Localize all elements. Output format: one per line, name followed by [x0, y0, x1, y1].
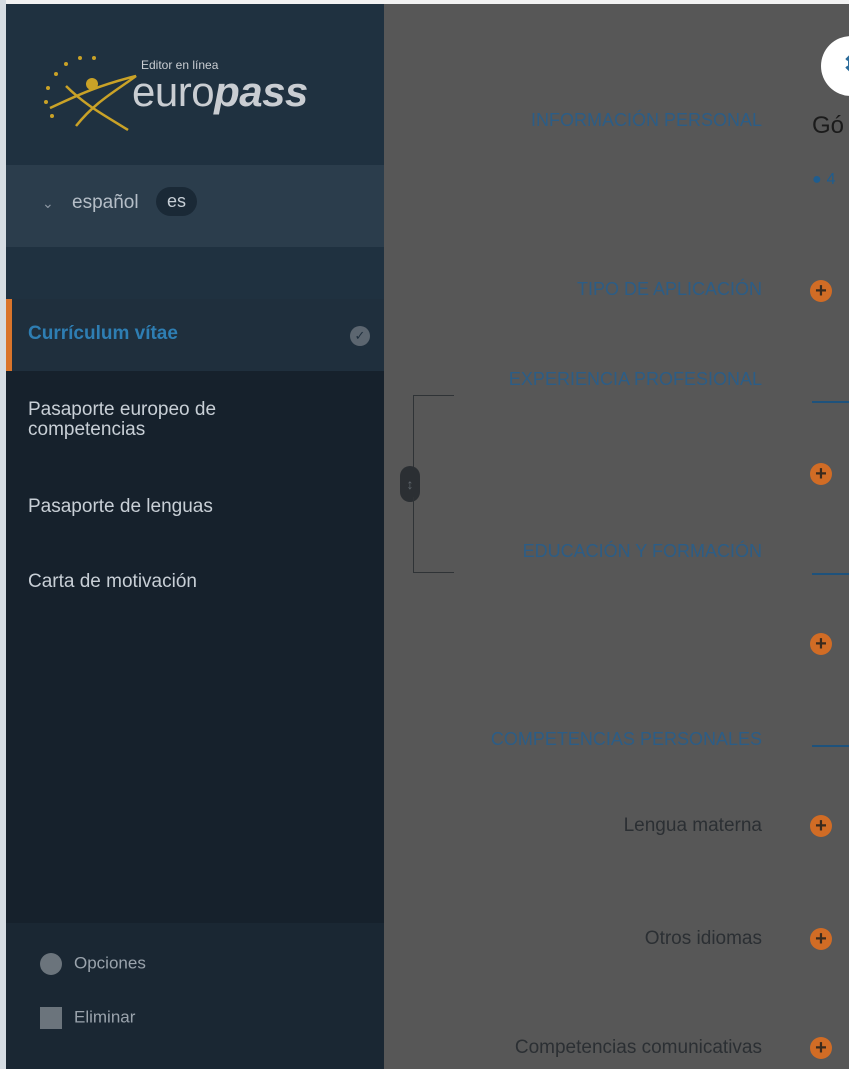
- add-experience-icon[interactable]: +: [810, 463, 832, 485]
- sidebar: Editor en línea europass ⌄ español es Cu…: [6, 4, 384, 1069]
- europass-logo[interactable]: Editor en línea europass: [6, 4, 384, 165]
- nav-item-label-2: competencias: [28, 419, 146, 440]
- delete-label: Eliminar: [74, 1007, 136, 1027]
- expand-button[interactable]: ⇕: [821, 36, 849, 96]
- section-divider: [812, 401, 849, 403]
- nav-item-label: Carta de motivación: [28, 571, 197, 592]
- page: Editor en línea europass ⌄ español es Cu…: [0, 0, 849, 1069]
- check-icon: ✓: [350, 326, 370, 346]
- expand-icon: ⇕: [841, 50, 849, 79]
- options-panel: Opciones Eliminar: [6, 923, 384, 1069]
- nav-item-label: Pasaporte de lenguas: [28, 496, 213, 517]
- delete-button[interactable]: Eliminar: [40, 1007, 135, 1029]
- nav-item-label: Currículum vítae: [28, 323, 178, 344]
- cv-editor: ⇕ INFORMACIÓN PERSONAL Gó ●4 TIPO DE APL…: [384, 4, 849, 1069]
- options-button[interactable]: Opciones: [40, 953, 146, 975]
- add-communication-skills-icon[interactable]: +: [810, 1037, 832, 1059]
- language-code-badge: es: [156, 187, 198, 216]
- logo-emblem-icon: [44, 56, 137, 132]
- applicant-address[interactable]: ● 4: [812, 171, 841, 189]
- section-personal-skills: COMPETENCIAS PERSONALES: [490, 729, 762, 749]
- add-education-icon[interactable]: +: [810, 633, 832, 655]
- nav-item-language-passport[interactable]: Pasaporte de lenguas: [6, 494, 384, 522]
- gear-icon: [40, 953, 62, 975]
- section-work-experience: EXPERIENCIA PROFESIONAL: [508, 369, 762, 389]
- nav-item-label: Pasaporte europeo de: [28, 399, 217, 420]
- applicant-name[interactable]: Gó: [812, 112, 844, 140]
- section-education: EDUCACIÓN Y FORMACIÓN: [522, 541, 762, 561]
- label-communication-skills: Competencias comunicativas: [514, 1037, 762, 1058]
- label-mother-tongue: Lengua materna: [623, 815, 762, 836]
- location-pin-icon: ●: [812, 171, 822, 188]
- document-nav: Currículum vítae ✓ Pasaporte europeo de …: [6, 299, 384, 923]
- section-divider: [812, 745, 849, 747]
- trash-icon: [40, 1007, 62, 1029]
- address-text: 4: [826, 171, 836, 188]
- sidebar-spacer: [6, 247, 384, 299]
- add-application-type-icon[interactable]: +: [810, 280, 832, 302]
- section-application-type: TIPO DE APLICACIÓN: [576, 279, 762, 299]
- nav-item-cover-letter[interactable]: Carta de motivación: [6, 569, 384, 597]
- brand-word-light: euro: [132, 68, 215, 115]
- section-divider: [812, 573, 849, 575]
- add-other-language-icon[interactable]: +: [810, 928, 832, 950]
- label-other-languages: Otros idiomas: [644, 928, 762, 949]
- brand-wordmark: europass: [132, 68, 308, 116]
- add-mother-tongue-icon[interactable]: +: [810, 815, 832, 837]
- nav-item-cv[interactable]: Currículum vítae ✓: [6, 299, 384, 371]
- brand-word-bold: pass: [214, 68, 308, 115]
- chevron-down-icon: ⌄: [42, 195, 54, 211]
- language-selector[interactable]: ⌄ español es: [6, 165, 384, 247]
- options-label: Opciones: [74, 953, 146, 973]
- reorder-bracket-top: [413, 395, 454, 469]
- section-personal-info: INFORMACIÓN PERSONAL: [530, 110, 762, 130]
- nav-item-skills-passport[interactable]: Pasaporte europeo de competencias: [6, 397, 384, 445]
- language-label: español: [72, 192, 139, 213]
- reorder-bracket-bottom: [413, 497, 454, 573]
